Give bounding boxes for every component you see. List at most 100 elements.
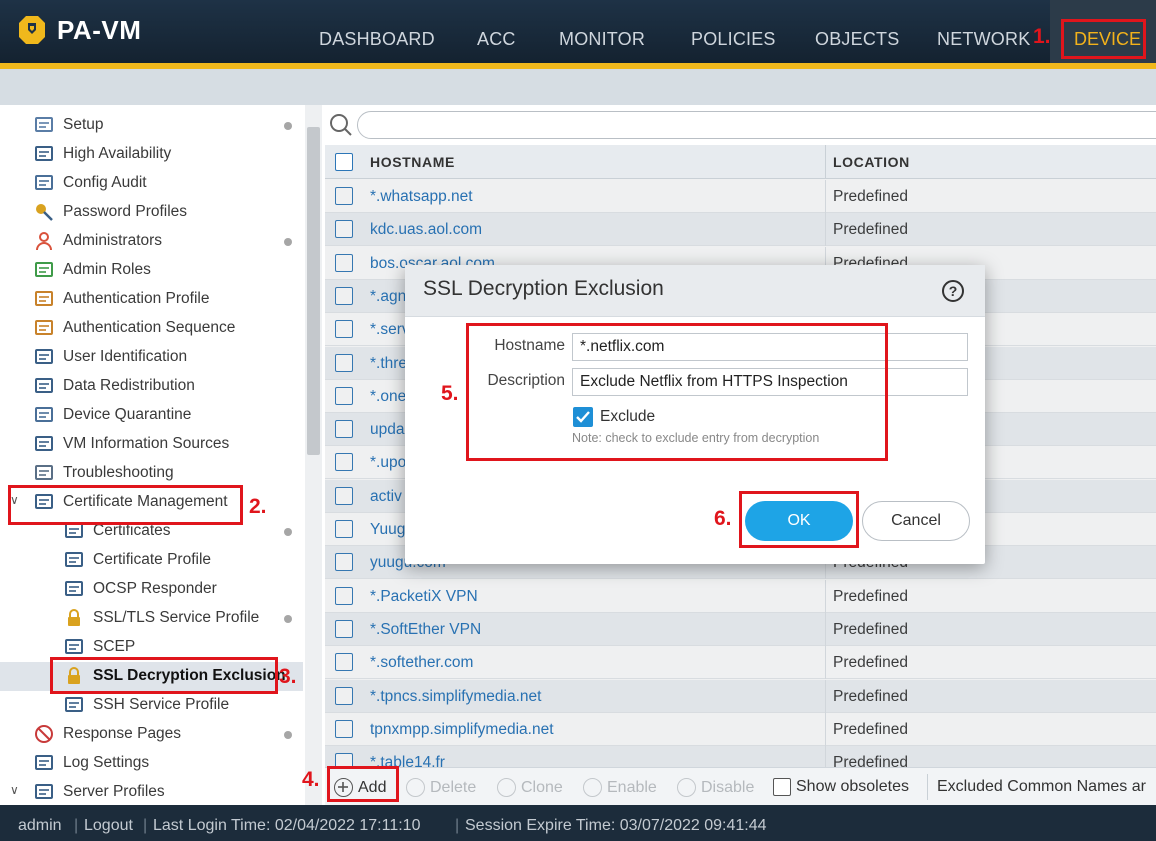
- sidebar-item[interactable]: Administrators: [0, 227, 303, 256]
- server-icon: [34, 782, 54, 802]
- sidebar-item-label: SCEP: [93, 638, 136, 655]
- sidebar-item[interactable]: Data Redistribution: [0, 372, 303, 401]
- chevron-down-icon[interactable]: ∨: [10, 783, 19, 797]
- clone-button[interactable]: Clone: [497, 778, 563, 797]
- annotation-step-6: 6.: [714, 507, 732, 530]
- sidebar-item-label: Administrators: [63, 232, 163, 249]
- sidebar-item[interactable]: Troubleshooting: [0, 459, 303, 488]
- sidebar-item-label: Setup: [63, 116, 104, 133]
- ha-icon: [34, 144, 54, 164]
- wrench-icon: [34, 463, 54, 483]
- tab-monitor[interactable]: MONITOR: [559, 29, 645, 50]
- status-divider: |: [143, 817, 148, 834]
- show-obsoletes-label: Show obsoletes: [796, 778, 909, 795]
- tab-objects[interactable]: OBJECTS: [815, 29, 899, 50]
- sidebar-item[interactable]: Certificate Profile: [0, 546, 303, 575]
- sidebar-item-label: Troubleshooting: [63, 464, 174, 481]
- tab-network[interactable]: NETWORK: [937, 29, 1030, 50]
- certificate-icon: [64, 695, 84, 715]
- sidebar-item[interactable]: VM Information Sources: [0, 430, 303, 459]
- config-audit-icon: [34, 173, 54, 193]
- status-dot: [284, 731, 292, 739]
- annotation-step-2: 2.: [249, 495, 267, 518]
- enable-button[interactable]: Enable: [583, 778, 657, 797]
- delete-label: Delete: [430, 778, 477, 796]
- sidebar-item[interactable]: OCSP Responder: [0, 575, 303, 604]
- show-obsoletes-checkbox[interactable]: [773, 778, 791, 796]
- toolbar-divider: [927, 774, 928, 800]
- sidebar-item[interactable]: Config Audit: [0, 169, 303, 198]
- sidebar-item[interactable]: ∨ Server Profiles: [0, 778, 303, 807]
- check-circle-icon: [583, 778, 602, 797]
- status-dot: [284, 528, 292, 536]
- clone-label: Clone: [521, 778, 563, 796]
- select-all-checkbox[interactable]: [335, 153, 353, 171]
- sidebar-item-label: Password Profiles: [63, 203, 188, 220]
- bottom-toolbar: Add Delete Clone Enable Disable Show obs…: [325, 767, 1156, 805]
- sidebar-item[interactable]: Admin Roles: [0, 256, 303, 285]
- app-name: PA-VM: [57, 14, 142, 45]
- certificate-icon: [64, 550, 84, 570]
- annotation-box-certificate-management: [8, 485, 243, 525]
- annotation-step-1: 1.: [1033, 25, 1051, 48]
- cancel-button[interactable]: Cancel: [862, 501, 970, 541]
- sidebar-item[interactable]: User Identification: [0, 343, 303, 372]
- status-bar: admin | Logout | Last Login Time: 02/04/…: [0, 805, 1156, 841]
- auth-profile-icon: [34, 289, 54, 309]
- help-icon[interactable]: ?: [942, 280, 964, 302]
- sidebar-item-label: OCSP Responder: [93, 580, 217, 597]
- disable-button[interactable]: Disable: [677, 778, 754, 797]
- status-dot: [284, 615, 292, 623]
- column-divider: [825, 145, 826, 179]
- vm-icon: [34, 434, 54, 454]
- no-entry-icon: [34, 724, 54, 744]
- sidebar-item[interactable]: Password Profiles: [0, 198, 303, 227]
- sidebar-item-label: High Availability: [63, 145, 172, 162]
- annotation-step-4: 4.: [302, 768, 320, 791]
- sidebar-item[interactable]: Setup: [0, 111, 303, 140]
- sidebar-item[interactable]: Log Settings: [0, 749, 303, 778]
- status-dot: [284, 122, 292, 130]
- annotation-step-3: 3.: [279, 665, 297, 688]
- column-header-location[interactable]: LOCATION: [833, 154, 910, 170]
- annotation-box-add: [327, 766, 399, 802]
- monitor-icon: [34, 405, 54, 425]
- lock-icon: [64, 608, 84, 628]
- sidebar-item-label: VM Information Sources: [63, 435, 230, 452]
- sidebar-item-label: Authentication Sequence: [63, 319, 236, 336]
- sidebar-item-label: Config Audit: [63, 174, 147, 191]
- log-icon: [34, 753, 54, 773]
- status-divider: |: [74, 817, 79, 834]
- status-divider: |: [455, 817, 460, 834]
- ocsp-icon: [64, 579, 84, 599]
- delete-button[interactable]: Delete: [406, 778, 476, 797]
- sidebar-item[interactable]: High Availability: [0, 140, 303, 169]
- grid-header: HOSTNAME LOCATION: [325, 145, 1156, 179]
- search-input[interactable]: [357, 111, 1156, 139]
- sidebar-item[interactable]: SSH Service Profile: [0, 691, 303, 720]
- id-card-icon: [34, 347, 54, 367]
- sidebar-item[interactable]: Response Pages: [0, 720, 303, 749]
- sidebar-item[interactable]: Device Quarantine: [0, 401, 303, 430]
- user-icon: [34, 231, 54, 251]
- show-obsoletes-toggle[interactable]: Show obsoletes: [773, 778, 909, 796]
- annotation-box-device: [1061, 19, 1146, 59]
- sidebar-item[interactable]: SSL/TLS Service Profile: [0, 604, 303, 633]
- sidebar-item-label: Authentication Profile: [63, 290, 210, 307]
- minus-circle-icon: [406, 778, 425, 797]
- disable-circle-icon: [677, 778, 696, 797]
- tab-policies[interactable]: POLICIES: [691, 29, 776, 50]
- column-header-hostname[interactable]: HOSTNAME: [370, 154, 455, 170]
- last-login-time: Last Login Time: 02/04/2022 17:11:10: [153, 817, 421, 834]
- logout-link[interactable]: Logout: [84, 817, 133, 835]
- sidebar-scrollbar-thumb[interactable]: [307, 127, 320, 455]
- sidebar-item-label: Data Redistribution: [63, 377, 195, 394]
- tab-acc[interactable]: ACC: [477, 29, 516, 50]
- sidebar-item-label: Response Pages: [63, 725, 182, 742]
- tab-dashboard[interactable]: DASHBOARD: [319, 29, 435, 50]
- dialog-title: SSL Decryption Exclusion: [423, 277, 664, 300]
- sidebar-item[interactable]: Authentication Profile: [0, 285, 303, 314]
- sidebar-item[interactable]: Authentication Sequence: [0, 314, 303, 343]
- search-icon[interactable]: [329, 113, 353, 137]
- excluded-info-text: Excluded Common Names ar: [937, 778, 1146, 795]
